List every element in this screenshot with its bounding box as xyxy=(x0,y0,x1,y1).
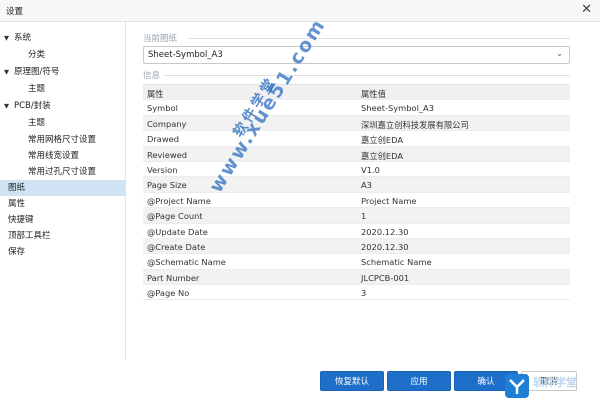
sidebar-item-grid-size[interactable]: 常用网格尺寸设置 xyxy=(28,132,96,148)
table-row[interactable]: Reviewed 嘉立创EDA xyxy=(143,146,570,162)
sidebar-item-system[interactable]: ▼ 系统 xyxy=(4,30,124,46)
sidebar-item-properties[interactable]: 属性 xyxy=(8,196,25,212)
sidebar-item-save[interactable]: 保存 xyxy=(8,244,25,260)
table-row[interactable]: @Page Count 1 xyxy=(143,208,570,224)
sidebar: ▼ 系统 分类 ▼ 原理图/符号 主题 ▼ PCB/封装 主题 常用网格尺寸设置 常用… xyxy=(0,22,126,360)
sidebar-item-schematic-theme[interactable]: 主题 xyxy=(28,81,45,97)
table-row[interactable]: Symbol Sheet-Symbol_A3 xyxy=(143,100,570,116)
table-row[interactable]: Part Number JLCPCB-001 xyxy=(143,269,570,286)
apply-button[interactable]: 应用 xyxy=(387,371,451,391)
window-title: 设置 xyxy=(6,7,24,17)
sidebar-item-sheet[interactable]: 图纸 xyxy=(0,180,125,196)
sidebar-item-pcb[interactable]: ▼ PCB/封装 xyxy=(4,98,124,114)
header-value: 属性值 xyxy=(361,89,386,99)
restore-default-button[interactable]: 恢复默认 xyxy=(320,371,384,391)
table-row[interactable]: @Schematic Name Schematic Name xyxy=(143,254,570,270)
sidebar-item-category[interactable]: 分类 xyxy=(28,47,45,63)
divider xyxy=(164,75,570,76)
table-row[interactable]: Page Size A3 xyxy=(143,177,570,193)
table-row[interactable]: @Project Name Project Name xyxy=(143,193,570,209)
table-header: 属性 属性值 xyxy=(143,85,570,101)
sidebar-item-top-toolbar[interactable]: 顶部工具栏 xyxy=(8,228,51,244)
sheet-select[interactable]: Sheet-Symbol_A3 ⌄ xyxy=(143,46,570,64)
settings-panel: 当前图纸 Sheet-Symbol_A3 ⌄ 信息 属性 属性值 Symbol … xyxy=(126,22,600,370)
table-row[interactable]: @Page No 3 xyxy=(143,285,570,301)
logo-text: 软件学堂 xyxy=(533,376,577,389)
sidebar-item-schematic[interactable]: ▼ 原理图/符号 xyxy=(4,64,124,80)
sheet-select-value: Sheet-Symbol_A3 xyxy=(148,50,223,60)
table-row[interactable]: Version V1.0 xyxy=(143,162,570,178)
caret-down-icon: ▼ xyxy=(4,102,9,110)
close-icon[interactable]: ✕ xyxy=(581,2,592,18)
logo-icon xyxy=(505,374,529,398)
current-sheet-label: 当前图纸 xyxy=(143,34,178,44)
table-row[interactable]: @Update Date 2020.12.30 xyxy=(143,224,570,239)
sidebar-item-pcb-theme[interactable]: 主题 xyxy=(28,115,45,131)
header-property: 属性 xyxy=(147,89,164,99)
sidebar-item-line-width[interactable]: 常用线宽设置 xyxy=(28,148,79,164)
table-row[interactable]: Company 深圳嘉立创科技发展有限公司 xyxy=(143,115,570,132)
sidebar-item-shortcuts[interactable]: 快捷键 xyxy=(8,212,34,228)
watermark-logo: 软件学堂 xyxy=(505,372,600,404)
chevron-down-icon: ⌄ xyxy=(556,49,563,58)
info-label: 信息 xyxy=(143,71,161,81)
caret-down-icon: ▼ xyxy=(4,68,9,76)
table-row[interactable]: Drawed 嘉立创EDA xyxy=(143,131,570,147)
sidebar-item-via-size[interactable]: 常用过孔尺寸设置 xyxy=(28,164,96,180)
caret-down-icon: ▼ xyxy=(4,34,9,42)
title-bar: 设置 ✕ xyxy=(0,0,600,22)
properties-table: 属性 属性值 Symbol Sheet-Symbol_A3 Company 深圳… xyxy=(143,84,570,301)
divider xyxy=(188,38,570,39)
table-row[interactable]: @Create Date 2020.12.30 xyxy=(143,238,570,255)
